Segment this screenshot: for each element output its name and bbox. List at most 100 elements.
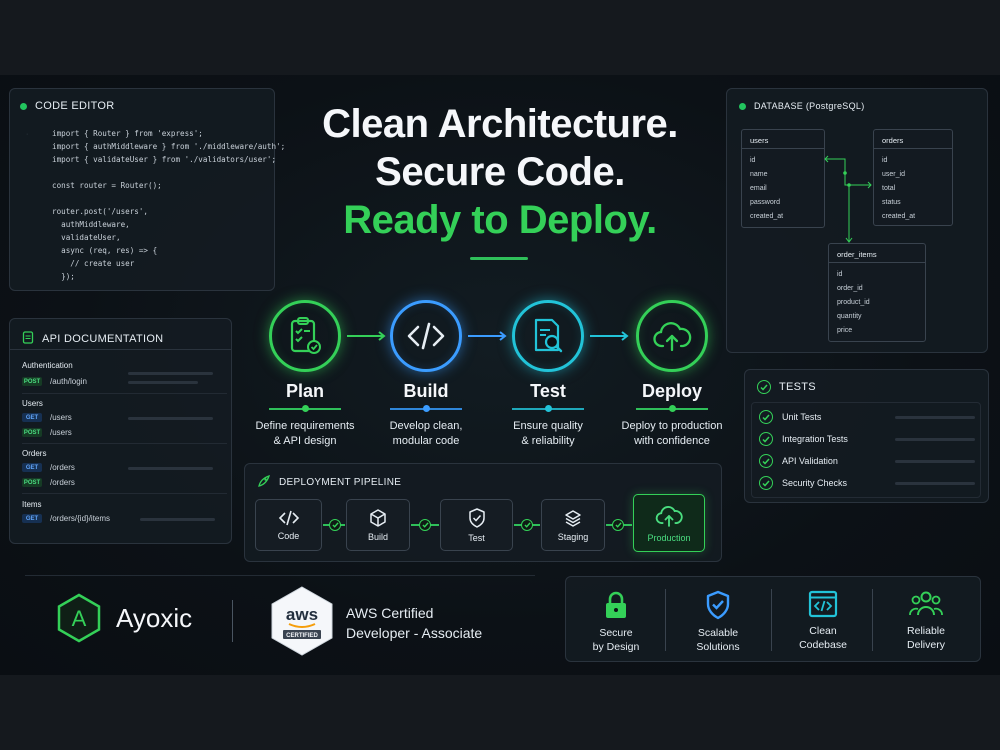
headline-underline bbox=[470, 257, 528, 260]
bottom-band bbox=[0, 675, 1000, 750]
value-text: Scalable Solutions bbox=[696, 626, 739, 654]
pipeline-title-label: DEPLOYMENT PIPELINE bbox=[279, 477, 402, 488]
test-item: API Validation bbox=[759, 454, 838, 468]
placeholder-bar bbox=[140, 518, 215, 521]
pipeline-stage-test[interactable]: Test bbox=[440, 499, 513, 551]
api-endpoint[interactable]: GET /orders bbox=[22, 462, 75, 473]
step-desc-line: modular code bbox=[392, 435, 460, 447]
step-plan-label: Plan bbox=[285, 381, 324, 401]
step-deploy-label: Deploy bbox=[641, 381, 702, 401]
db-table-order-items[interactable]: order_items id order_id product_id quant… bbox=[828, 243, 926, 342]
value-scalable: Scalable Solutions bbox=[666, 577, 770, 663]
value-line: by Design bbox=[592, 641, 640, 653]
document-search-icon bbox=[534, 318, 563, 353]
check-circle-icon bbox=[759, 432, 773, 446]
infographic-canvas: CODE EDITOR · import { Router } from 'ex… bbox=[0, 75, 1000, 675]
check-circle-icon bbox=[759, 410, 773, 424]
database-title: DATABASE (PostgreSQL) bbox=[739, 101, 865, 111]
api-endpoint[interactable]: GET /orders/{id}/items bbox=[22, 513, 110, 524]
code-line: import { validateUser } from './validato… bbox=[52, 155, 277, 164]
endpoint-path: /orders/{id}/items bbox=[50, 514, 111, 523]
step-test-label: Test bbox=[530, 381, 566, 401]
document-icon bbox=[22, 331, 34, 347]
api-docs-title-label: API DOCUMENTATION bbox=[42, 333, 164, 345]
pipeline-stage-build[interactable]: Build bbox=[346, 499, 410, 551]
step-desc-line: with confidence bbox=[634, 435, 710, 447]
db-table-orders[interactable]: orders id user_id total status created_a… bbox=[873, 129, 953, 226]
badge-aws-text: aws bbox=[286, 605, 318, 624]
value-reliable: Reliable Delivery bbox=[873, 577, 979, 663]
code-line: router.post('/users', bbox=[52, 207, 149, 216]
tests-title: TESTS bbox=[757, 380, 816, 394]
api-endpoint[interactable]: GET /users bbox=[22, 412, 72, 423]
badge-certified-text: CERTIFIED bbox=[286, 633, 318, 639]
placeholder-bar bbox=[128, 417, 213, 420]
divider bbox=[22, 443, 227, 444]
api-group-authentication: Authentication bbox=[22, 361, 73, 370]
step-node bbox=[545, 405, 552, 412]
code-line: const router = Router(); bbox=[52, 181, 162, 190]
stage-label: Code bbox=[277, 530, 300, 541]
api-group-users: Users bbox=[22, 399, 43, 408]
code-editor-title-label: CODE EDITOR bbox=[35, 100, 115, 112]
db-table-users[interactable]: users id name email password created_at bbox=[741, 129, 825, 228]
team-icon bbox=[909, 591, 943, 616]
api-endpoint[interactable]: POST /auth/login bbox=[22, 376, 87, 387]
test-item-label: Security Checks bbox=[782, 478, 848, 488]
step-desc-line: & reliability bbox=[521, 435, 575, 447]
table-name: orders bbox=[882, 136, 904, 145]
table-field: created_at bbox=[750, 213, 784, 220]
stage-label: Production bbox=[647, 532, 691, 543]
value-clean: Clean Codebase bbox=[772, 577, 874, 663]
pipeline-stage-production[interactable]: Production bbox=[633, 494, 705, 552]
endpoint-path: /orders bbox=[50, 463, 75, 472]
arrow-right-icon bbox=[468, 331, 507, 341]
check-circle-icon bbox=[521, 519, 533, 531]
table-field: product_id bbox=[837, 299, 870, 306]
tests-title-label: TESTS bbox=[779, 381, 816, 393]
line-number: · bbox=[26, 131, 29, 138]
test-item-label: Unit Tests bbox=[782, 412, 822, 422]
api-documentation-panel: API DOCUMENTATION Authentication POST /a… bbox=[9, 318, 232, 544]
api-endpoint[interactable]: POST /orders bbox=[22, 477, 75, 488]
values-panel: Secure by Design Scalable Solutions Clean C… bbox=[565, 576, 981, 662]
check-circle-icon bbox=[419, 519, 431, 531]
divider bbox=[232, 600, 233, 642]
endpoint-path: /users bbox=[50, 428, 72, 437]
deployment-pipeline-panel: DEPLOYMENT PIPELINE Code Build Test Stag… bbox=[244, 463, 722, 562]
placeholder-bar bbox=[128, 467, 213, 470]
method-badge: POST bbox=[22, 428, 42, 437]
value-secure: Secure by Design bbox=[566, 577, 666, 663]
placeholder-bar bbox=[895, 482, 975, 485]
cert-line: Developer - Associate bbox=[346, 625, 483, 641]
headline-line-3: Ready to Deploy. bbox=[343, 198, 657, 242]
certification-text: AWS Certified Developer - Associate bbox=[346, 603, 482, 643]
table-field: price bbox=[837, 327, 853, 334]
method-badge: POST bbox=[22, 478, 42, 487]
value-line: Codebase bbox=[799, 639, 847, 651]
code-icon bbox=[407, 322, 445, 350]
step-plan-desc: Define requirements & API design bbox=[243, 419, 367, 449]
code-line: import { Router } from 'express'; bbox=[52, 129, 203, 138]
lock-icon bbox=[606, 591, 626, 618]
pipeline-stage-code[interactable]: Code bbox=[255, 499, 322, 551]
status-dot-icon bbox=[739, 102, 746, 110]
api-docs-title: API DOCUMENTATION bbox=[22, 331, 163, 347]
step-build-circle bbox=[390, 300, 462, 372]
table-field: total bbox=[882, 185, 896, 192]
layers-icon bbox=[565, 509, 581, 527]
placeholder-bar bbox=[128, 372, 213, 375]
table-name: users bbox=[750, 136, 769, 145]
headline-line-1: Clean Architecture. bbox=[322, 102, 678, 146]
step-node bbox=[302, 405, 309, 412]
step-desc-line: & API design bbox=[273, 435, 337, 447]
pipeline-stage-staging[interactable]: Staging bbox=[541, 499, 605, 551]
table-field: quantity bbox=[837, 313, 862, 320]
test-item-label: API Validation bbox=[782, 456, 838, 466]
api-endpoint[interactable]: POST /users bbox=[22, 427, 72, 438]
code-line: import { authMiddleware } from './middle… bbox=[52, 142, 286, 151]
value-line: Delivery bbox=[907, 639, 945, 651]
divider bbox=[22, 493, 227, 494]
step-node bbox=[669, 405, 676, 412]
placeholder-bar bbox=[895, 438, 975, 441]
